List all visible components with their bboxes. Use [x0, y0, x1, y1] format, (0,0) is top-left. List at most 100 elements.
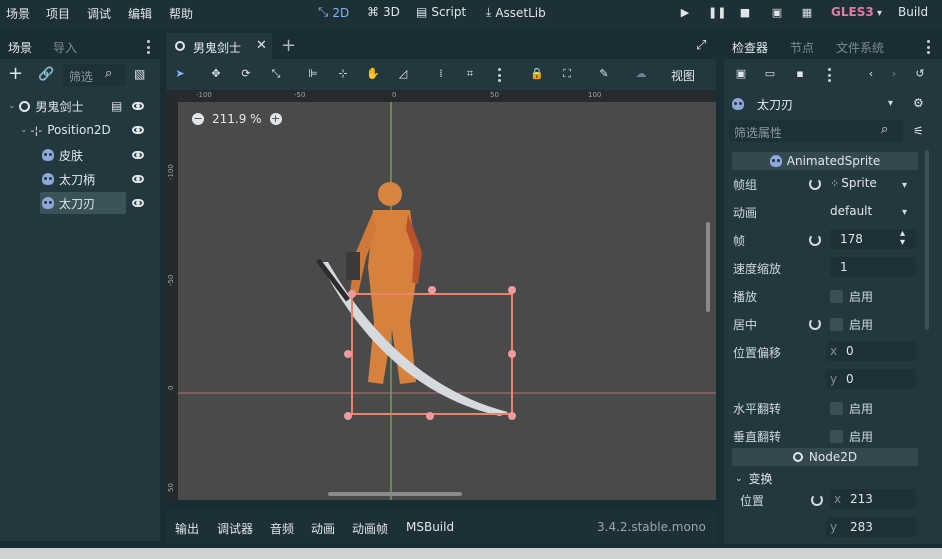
add-node-icon[interactable]: + [8, 65, 23, 83]
revert-icon[interactable] [809, 234, 821, 246]
view-menu-button[interactable]: 视图 [671, 67, 695, 84]
play-custom-scene-icon[interactable]: ▦ [800, 6, 814, 20]
tab-node[interactable]: 节点 [790, 39, 814, 56]
visibility-eye-icon[interactable] [132, 102, 144, 110]
tab-output[interactable]: 输出 [175, 520, 199, 537]
rotate-tool-icon[interactable]: ⟳ [239, 67, 253, 81]
scene-menu-icon[interactable] [147, 40, 151, 54]
lock-icon[interactable]: 🔒 [530, 67, 544, 81]
tab-sprite-frames[interactable]: 动画帧 [352, 520, 388, 537]
centered-checkbox[interactable]: 启用 [830, 316, 873, 333]
animation-select[interactable]: default [830, 204, 872, 218]
scene-filter-input[interactable]: 筛选 ⌕ [63, 64, 125, 86]
tab-msbuild[interactable]: MSBuild [406, 520, 454, 534]
position-y-field[interactable]: y 283 [826, 517, 916, 537]
position-x-field[interactable]: x 213 [830, 489, 916, 509]
object-settings-icon[interactable]: ⚙ [913, 96, 924, 110]
resource-menu-icon[interactable] [828, 68, 832, 82]
visibility-eye-icon[interactable] [132, 151, 144, 159]
close-tab-icon[interactable]: ✕ [256, 38, 267, 53]
stop-icon[interactable]: ■ [738, 6, 752, 20]
zoom-level[interactable]: 211.9 % [212, 112, 262, 126]
visibility-eye-icon[interactable] [132, 175, 144, 183]
pan-tool-icon[interactable]: ✋ [366, 67, 380, 81]
light-icon[interactable]: ☁ [634, 67, 648, 81]
canvas-viewport[interactable]: − 211.9 % + [178, 102, 716, 500]
chevron-down-icon[interactable]: ▾ [902, 180, 907, 191]
move-tool-icon[interactable]: ✥ [209, 67, 223, 81]
revert-icon[interactable] [809, 178, 821, 190]
section-node2d[interactable]: Node2D [732, 448, 918, 466]
scale-tool-icon[interactable]: ⤡ [269, 67, 283, 81]
chevron-down-icon[interactable]: ▾ [902, 207, 907, 218]
tree-item-skin[interactable]: 皮肤 [42, 144, 83, 166]
pause-icon[interactable]: ❚❚ [708, 6, 726, 20]
frames-resource-field[interactable]: ⁘ Sprite [830, 176, 877, 190]
open-folder-icon[interactable]: ▭ [763, 67, 777, 81]
tab-animation[interactable]: 动画 [311, 520, 335, 537]
list-select-icon[interactable]: ⊫ [306, 67, 320, 81]
save-icon[interactable]: ▪ [793, 67, 807, 81]
menu-project[interactable]: 项目 [46, 5, 70, 22]
menu-help[interactable]: 帮助 [169, 5, 193, 22]
build-button[interactable]: Build [898, 5, 928, 19]
flip-h-checkbox[interactable]: 启用 [830, 400, 873, 417]
play-icon[interactable]: ▶ [678, 6, 692, 20]
history-icon[interactable]: ↺ [913, 67, 927, 81]
tree-item-position2d[interactable]: ⌄ -¦- Position2D [20, 119, 111, 141]
workspace-script-button[interactable]: ▤ Script [416, 5, 466, 19]
inspector-menu-icon[interactable] [927, 40, 931, 54]
object-selector[interactable]: 太刀刃 ▾ [732, 95, 900, 113]
tab-debugger[interactable]: 调试器 [217, 520, 253, 537]
tab-filesystem[interactable]: 文件系统 [836, 39, 884, 56]
play-scene-icon[interactable]: ▣ [770, 6, 784, 20]
section-animatedsprite[interactable]: AnimatedSprite [732, 152, 918, 170]
new-resource-icon[interactable]: ▣ [734, 67, 748, 81]
playing-checkbox[interactable]: 启用 [830, 288, 873, 305]
group-icon[interactable]: ⛶ [560, 67, 574, 81]
revert-icon[interactable] [811, 494, 823, 506]
grid-snap-icon[interactable]: ⌗ [463, 67, 477, 81]
tree-item-root[interactable]: ⌄ 男鬼剑士 [8, 95, 84, 117]
script-attach-icon[interactable]: ▧ [134, 67, 145, 81]
fullscreen-icon[interactable]: ⤢ [696, 38, 706, 53]
zoom-in-icon[interactable]: + [269, 113, 282, 125]
tab-import[interactable]: 导入 [53, 39, 77, 56]
offset-y-field[interactable]: y 0 [826, 369, 916, 389]
tab-audio[interactable]: 音频 [270, 520, 294, 537]
pivot-tool-icon[interactable]: ⊹ [336, 67, 350, 81]
editor-scene-tab[interactable]: 男鬼剑士 ✕ [166, 33, 272, 59]
property-filter-input[interactable]: 筛选属性 ⌕ [729, 120, 903, 142]
bone-icon[interactable]: ✎ [597, 67, 611, 81]
offset-x-field[interactable]: x 0 [826, 341, 916, 361]
renderer-select[interactable]: GLES3 [831, 5, 874, 19]
add-tab-icon[interactable]: + [281, 35, 296, 56]
transform-group[interactable]: ⌄ 变换 [735, 470, 773, 487]
tree-item-blade[interactable]: 太刀刃 [40, 192, 126, 214]
link-icon[interactable]: 🔗 [38, 67, 54, 82]
menu-debug[interactable]: 调试 [87, 5, 111, 22]
menu-scene[interactable]: 场景 [6, 5, 30, 22]
visibility-eye-icon[interactable] [132, 199, 144, 207]
speed-scale-field[interactable]: 1 [830, 257, 916, 277]
tab-scene[interactable]: 场景 [8, 39, 32, 56]
select-tool-icon[interactable]: ➤ [173, 67, 187, 81]
menu-edit[interactable]: 编辑 [128, 5, 152, 22]
inspector-scrollbar[interactable] [925, 150, 929, 330]
snap-options-icon[interactable] [498, 68, 502, 82]
workspace-assetlib-button[interactable]: ⤓ AssetLib [486, 5, 546, 20]
zoom-out-icon[interactable]: − [192, 113, 204, 125]
revert-icon[interactable] [809, 318, 821, 330]
filter-options-icon[interactable]: ⚟ [913, 124, 924, 138]
history-forward-icon[interactable]: › [887, 67, 901, 81]
flip-v-checkbox[interactable]: 启用 [830, 428, 873, 445]
workspace-3d-button[interactable]: ⌘ 3D [367, 5, 400, 19]
workspace-2d-button[interactable]: ⤡ 2D [318, 5, 349, 20]
frame-spinbox[interactable]: 178 ▴ ▾ [830, 229, 916, 249]
tab-inspector[interactable]: 检查器 [732, 39, 768, 56]
snap-icon[interactable]: ⁞ [434, 67, 448, 81]
tree-item-blade-handle[interactable]: 太刀柄 [42, 168, 95, 190]
visibility-eye-icon[interactable] [132, 126, 144, 134]
script-icon[interactable]: ▤ [111, 99, 122, 113]
ruler-tool-icon[interactable]: ◿ [396, 67, 410, 81]
